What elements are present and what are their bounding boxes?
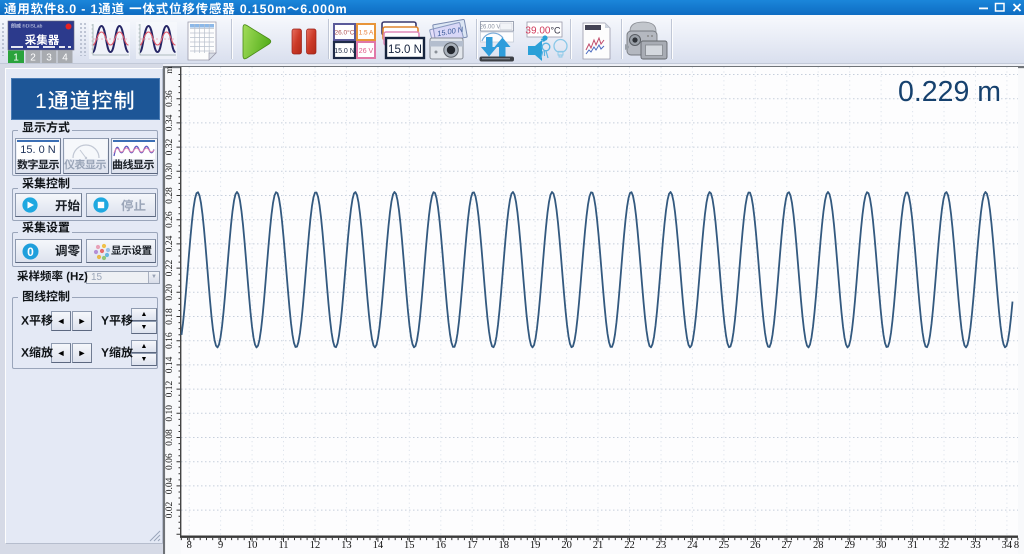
svg-text:0.22: 0.22 (165, 260, 175, 277)
svg-text:39.00°C: 39.00°C (525, 26, 561, 37)
svg-text:34: 34 (1002, 540, 1013, 551)
svg-text:13: 13 (341, 540, 352, 551)
svg-text:29: 29 (844, 540, 855, 551)
svg-text:0.12: 0.12 (165, 381, 175, 398)
svg-text:0.08: 0.08 (165, 429, 175, 446)
svg-text:0.02: 0.02 (165, 502, 175, 519)
svg-text:0.36: 0.36 (165, 90, 175, 107)
svg-text:18: 18 (498, 540, 509, 551)
svg-text:0.10: 0.10 (165, 405, 175, 422)
svg-text:0.32: 0.32 (165, 139, 175, 156)
svg-text:0.04: 0.04 (165, 477, 175, 494)
svg-text:25: 25 (719, 540, 730, 551)
svg-text:26: 26 (750, 540, 761, 551)
svg-text:0.229 m: 0.229 m (898, 76, 1001, 108)
svg-text:27: 27 (782, 540, 793, 551)
svg-text:0.06: 0.06 (165, 453, 175, 470)
svg-text:15.0 N: 15.0 N (334, 48, 355, 55)
svg-text:3: 3 (46, 53, 52, 64)
svg-text:21: 21 (593, 540, 604, 551)
svg-text:0: 0 (27, 245, 34, 259)
svg-text:0.34: 0.34 (165, 114, 175, 131)
svg-text:0.14: 0.14 (165, 356, 175, 373)
svg-text:9: 9 (218, 540, 223, 551)
svg-text:32: 32 (939, 540, 950, 551)
svg-text:19: 19 (530, 540, 541, 551)
svg-text:10: 10 (247, 540, 258, 551)
svg-text:17: 17 (467, 540, 478, 551)
svg-text:24: 24 (687, 540, 698, 551)
svg-text:0.30: 0.30 (165, 163, 175, 180)
svg-text:12: 12 (310, 540, 321, 551)
svg-text:26 V: 26 V (359, 48, 374, 55)
svg-text:8: 8 (187, 540, 192, 551)
svg-text:0.16: 0.16 (165, 332, 175, 349)
svg-text:0.26: 0.26 (165, 211, 175, 228)
svg-text:30: 30 (876, 540, 887, 551)
svg-text:2: 2 (30, 53, 36, 64)
svg-text:11: 11 (278, 540, 288, 551)
svg-text:15.0 N: 15.0 N (388, 44, 422, 56)
svg-text:0.20: 0.20 (165, 284, 175, 301)
svg-text:22: 22 (624, 540, 635, 551)
svg-text:1.5 A: 1.5 A (359, 30, 374, 37)
svg-text:16: 16 (436, 540, 447, 551)
svg-text:26.0°C: 26.0°C (335, 29, 355, 37)
svg-text:m: m (165, 66, 175, 74)
svg-text:26.00 V: 26.00 V (480, 25, 501, 31)
svg-text:15: 15 (404, 540, 415, 551)
svg-text:28: 28 (813, 540, 824, 551)
svg-text:23: 23 (656, 540, 667, 551)
svg-text:4: 4 (62, 53, 68, 64)
svg-text:33: 33 (970, 540, 981, 551)
svg-text:0.28: 0.28 (165, 187, 175, 204)
svg-text:8: 8 (1014, 540, 1019, 551)
svg-text:20: 20 (561, 540, 572, 551)
svg-text:31: 31 (907, 540, 918, 551)
svg-text:0.24: 0.24 (165, 235, 175, 252)
svg-text:1: 1 (13, 53, 19, 64)
svg-text:0.18: 0.18 (165, 308, 175, 325)
svg-text:14: 14 (373, 540, 384, 551)
